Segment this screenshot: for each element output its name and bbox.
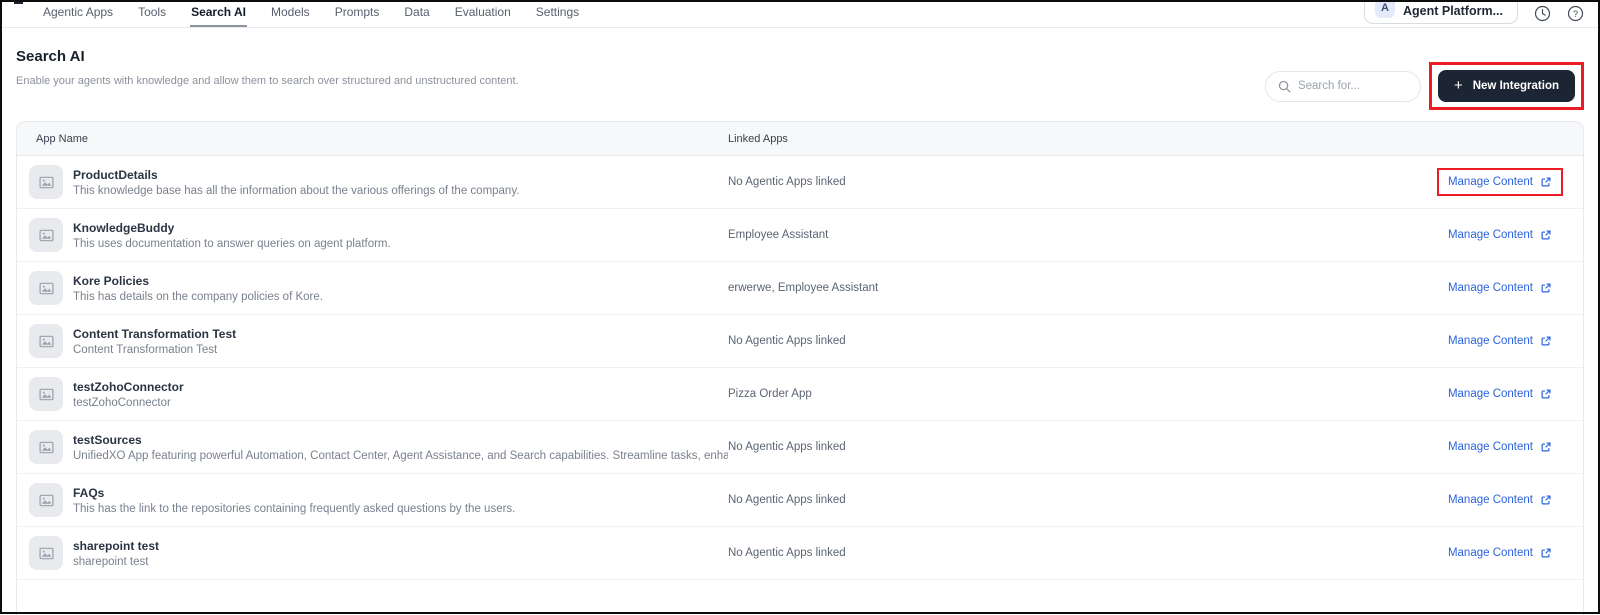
help-icon[interactable]: ? — [1567, 5, 1584, 27]
cropped-ui-fragment — [14, 0, 23, 4]
external-link-icon — [1540, 547, 1552, 559]
table-header: App Name Linked Apps — [17, 122, 1583, 156]
image-placeholder-icon — [29, 377, 63, 411]
manage-content-wrap: Manage Content — [1448, 335, 1552, 347]
top-navigation: Agentic Apps Tools Search AI Models Prom… — [0, 0, 1600, 28]
app-description: UnifiedXO App featuring powerful Automat… — [73, 449, 728, 462]
manage-content-link[interactable]: Manage Content — [1448, 176, 1552, 188]
image-placeholder-icon — [29, 536, 63, 570]
linked-apps-value: No Agentic Apps linked — [728, 335, 846, 347]
linked-apps-value: Employee Assistant — [728, 229, 829, 241]
app-name: testZohoConnector — [73, 379, 184, 394]
app-name: sharepoint test — [73, 538, 160, 553]
app-description: sharepoint test — [73, 555, 149, 568]
search-icon — [1278, 80, 1291, 93]
external-link-icon — [1540, 282, 1552, 294]
linked-apps-value: No Agentic Apps linked — [728, 176, 846, 188]
table-row: FAQs This has the link to the repositori… — [17, 474, 1583, 527]
column-linked-apps: Linked Apps — [728, 132, 788, 145]
app-name: ProductDetails — [73, 167, 158, 182]
table-row: ProductDetails This knowledge base has a… — [17, 156, 1583, 209]
nav-tabs: Agentic Apps Tools Search AI Models Prom… — [42, 0, 580, 27]
tab-evaluation[interactable]: Evaluation — [454, 0, 512, 27]
tab-prompts[interactable]: Prompts — [334, 0, 381, 27]
manage-content-wrap: Manage Content — [1448, 547, 1552, 559]
app-description: This has details on the company policies… — [73, 290, 323, 303]
account-switcher[interactable]: A Agent Platform... — [1363, 0, 1518, 24]
account-label: Agent Platform... — [1402, 4, 1503, 18]
plus-icon: + — [1453, 77, 1463, 94]
external-link-icon — [1540, 229, 1552, 241]
image-placeholder-icon — [29, 483, 63, 517]
external-link-icon — [1540, 388, 1552, 400]
tab-agentic-apps[interactable]: Agentic Apps — [42, 0, 114, 27]
app-description: This has the link to the repositories co… — [73, 502, 516, 515]
app-name: FAQs — [73, 485, 105, 500]
manage-content-link[interactable]: Manage Content — [1448, 282, 1552, 294]
manage-content-link[interactable]: Manage Content — [1448, 388, 1552, 400]
external-link-icon — [1540, 335, 1552, 347]
manage-content-link[interactable]: Manage Content — [1448, 335, 1552, 347]
manage-content-wrap: Manage Content — [1448, 388, 1552, 400]
manage-content-link[interactable]: Manage Content — [1448, 441, 1552, 453]
table-row: KnowledgeBuddy This uses documentation t… — [17, 209, 1583, 262]
app-description: testZohoConnector — [73, 396, 171, 409]
linked-apps-value: No Agentic Apps linked — [728, 494, 846, 506]
svg-text:?: ? — [1573, 9, 1578, 19]
search-box — [1264, 70, 1421, 102]
app-name: Kore Policies — [73, 273, 150, 288]
linked-apps-value: Pizza Order App — [728, 388, 812, 400]
app-name: KnowledgeBuddy — [73, 220, 175, 235]
external-link-icon — [1540, 494, 1552, 506]
image-placeholder-icon — [29, 218, 63, 252]
external-link-icon — [1540, 441, 1552, 453]
linked-apps-value: No Agentic Apps linked — [728, 441, 846, 453]
manage-content-wrap: Manage Content — [1448, 282, 1552, 294]
image-placeholder-icon — [29, 324, 63, 358]
app-name: testSources — [73, 432, 142, 447]
manage-content-wrap: Manage Content — [1448, 441, 1552, 453]
image-placeholder-icon — [29, 271, 63, 305]
tab-settings[interactable]: Settings — [535, 0, 580, 27]
integrations-table: App Name Linked Apps ProductDetails This… — [16, 121, 1584, 615]
manage-content-link[interactable]: Manage Content — [1448, 494, 1552, 506]
table-row: sharepoint test sharepoint test No Agent… — [17, 527, 1583, 580]
linked-apps-value: No Agentic Apps linked — [728, 547, 846, 559]
app-description: This uses documentation to answer querie… — [73, 237, 391, 250]
app-name: Content Transformation Test — [73, 326, 237, 341]
tab-tools[interactable]: Tools — [137, 0, 167, 27]
tab-models[interactable]: Models — [270, 0, 311, 27]
table-body: ProductDetails This knowledge base has a… — [17, 156, 1583, 580]
manage-content-wrap: Manage Content — [1448, 494, 1552, 506]
table-row: Content Transformation Test Content Tran… — [17, 315, 1583, 368]
app-description: This knowledge base has all the informat… — [73, 184, 520, 197]
history-clock-icon[interactable] — [1534, 5, 1551, 27]
image-placeholder-icon — [29, 165, 63, 199]
image-placeholder-icon — [29, 430, 63, 464]
avatar: A — [1374, 0, 1395, 18]
manage-content-wrap: Manage Content — [1436, 168, 1563, 196]
linked-apps-value: erwerwe, Employee Assistant — [728, 282, 879, 294]
app-description: Content Transformation Test — [73, 343, 218, 356]
annotation-box-new-integration: + New Integration — [1428, 62, 1584, 110]
column-app-name: App Name — [36, 132, 88, 145]
manage-content-wrap: Manage Content — [1448, 229, 1552, 241]
table-row: testZohoConnector testZohoConnector Pizz… — [17, 368, 1583, 421]
tab-search-ai[interactable]: Search AI — [190, 0, 247, 27]
search-input[interactable] — [1297, 80, 1408, 92]
external-link-icon — [1540, 176, 1552, 188]
table-row: Kore Policies This has details on the co… — [17, 262, 1583, 315]
tab-data[interactable]: Data — [403, 0, 430, 27]
manage-content-link[interactable]: Manage Content — [1448, 229, 1552, 241]
table-row: testSources UnifiedXO App featuring powe… — [17, 421, 1583, 474]
new-integration-button[interactable]: + New Integration — [1437, 70, 1575, 102]
manage-content-link[interactable]: Manage Content — [1448, 547, 1552, 559]
